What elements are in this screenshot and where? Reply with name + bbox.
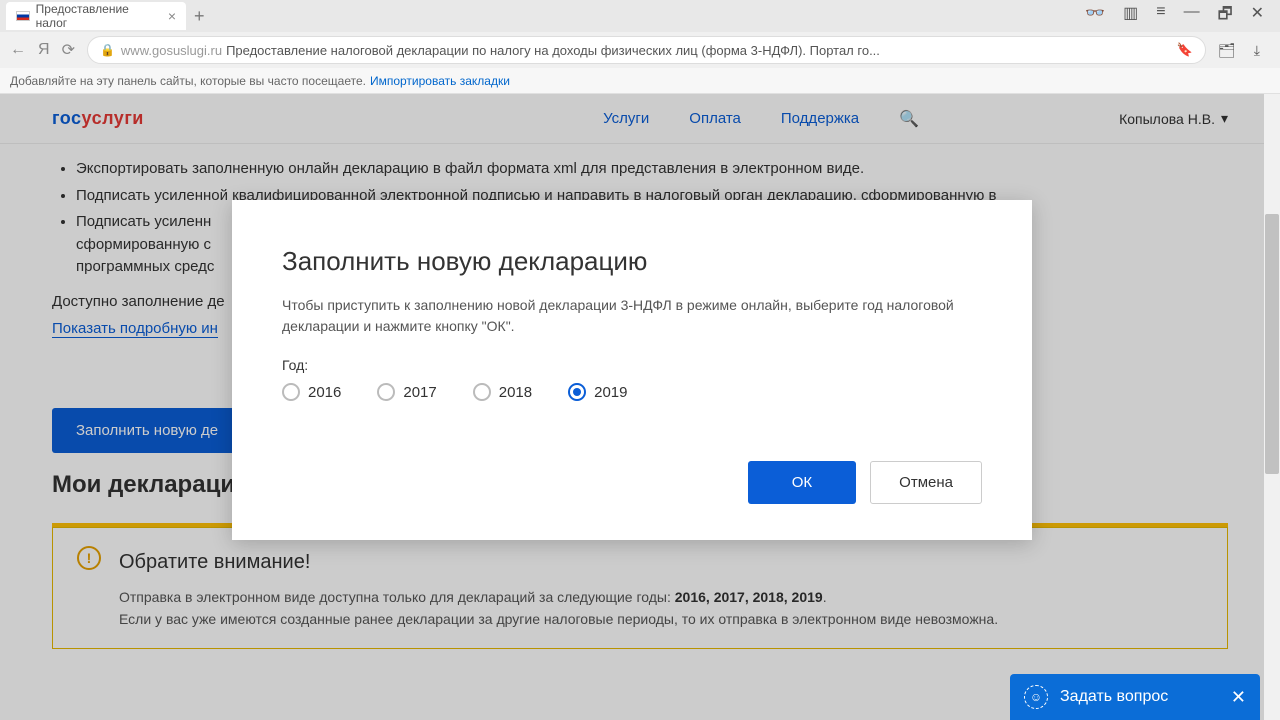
minimize-icon[interactable]: — xyxy=(1184,3,1200,30)
address-bar: ← Я ⟳ 🔒 www.gosuslugi.ru Предоставление … xyxy=(0,32,1280,68)
url-title: Предоставление налоговой декларации по н… xyxy=(226,43,880,58)
year-modal: Заполнить новую декларацию Чтобы приступ… xyxy=(232,200,1032,540)
new-tab-button[interactable]: + xyxy=(194,6,205,27)
year-radio-2018[interactable]: 2018 xyxy=(473,383,532,401)
year-radio-2019[interactable]: 2019 xyxy=(568,383,627,401)
modal-title: Заполнить новую декларацию xyxy=(282,246,982,277)
downloads-icon[interactable]: ⤓ xyxy=(1254,42,1260,59)
year-label-text: 2016 xyxy=(308,384,341,401)
bookmarks-hint: Добавляйте на эту панель сайты, которые … xyxy=(10,74,366,88)
scroll-thumb[interactable] xyxy=(1265,214,1279,474)
radio-circle-icon xyxy=(282,383,300,401)
radio-circle-icon xyxy=(473,383,491,401)
ask-question-widget[interactable]: ☺ Задать вопрос ✕ xyxy=(1010,674,1260,720)
ask-label: Задать вопрос xyxy=(1060,688,1168,706)
reload-button[interactable]: ⟳ xyxy=(62,40,75,60)
year-radio-2017[interactable]: 2017 xyxy=(377,383,436,401)
url-host: www.gosuslugi.ru xyxy=(121,43,222,58)
tab-bar: Предоставление налог × + 👓 ▥ ≡ — 🗗 ✕ xyxy=(0,0,1280,32)
close-window-icon[interactable]: ✕ xyxy=(1251,3,1264,30)
modal-text: Чтобы приступить к заполнению новой декл… xyxy=(282,295,982,337)
bookmark-icon[interactable]: 🔖 xyxy=(1177,42,1193,58)
extensions-icon[interactable]: 🗂 xyxy=(1218,42,1236,59)
year-radio-2016[interactable]: 2016 xyxy=(282,383,341,401)
year-label-text: 2018 xyxy=(499,384,532,401)
cancel-button[interactable]: Отмена xyxy=(870,461,982,504)
radio-circle-icon xyxy=(377,383,395,401)
year-radio-group: 2016 2017 2018 2019 xyxy=(282,383,982,401)
tab-favicon-icon xyxy=(16,11,30,21)
tab-close-icon[interactable]: × xyxy=(168,8,176,24)
incognito-icon[interactable]: 👓 xyxy=(1085,3,1105,30)
ok-button[interactable]: ОК xyxy=(748,461,856,504)
bookmarks-bar: Добавляйте на эту панель сайты, которые … xyxy=(0,68,1280,94)
browser-tab[interactable]: Предоставление налог × xyxy=(6,2,186,30)
tab-title: Предоставление налог xyxy=(36,2,160,30)
import-bookmarks-link[interactable]: Импортировать закладки xyxy=(370,74,510,88)
bookmarks-icon[interactable]: ▥ xyxy=(1123,3,1138,30)
year-label-text: 2019 xyxy=(594,384,627,401)
url-input[interactable]: 🔒 www.gosuslugi.ru Предоставление налого… xyxy=(87,36,1206,64)
chat-icon: ☺ xyxy=(1024,685,1048,709)
radio-circle-icon xyxy=(568,383,586,401)
year-label-text: 2017 xyxy=(403,384,436,401)
ask-close-icon[interactable]: ✕ xyxy=(1231,687,1246,708)
year-label: Год: xyxy=(282,357,982,373)
maximize-icon[interactable]: 🗗 xyxy=(1218,3,1233,30)
menu-icon[interactable]: ≡ xyxy=(1156,3,1165,30)
scrollbar[interactable] xyxy=(1264,94,1280,720)
yandex-button[interactable]: Я xyxy=(38,41,50,59)
back-button[interactable]: ← xyxy=(10,41,26,59)
lock-icon: 🔒 xyxy=(100,43,115,57)
